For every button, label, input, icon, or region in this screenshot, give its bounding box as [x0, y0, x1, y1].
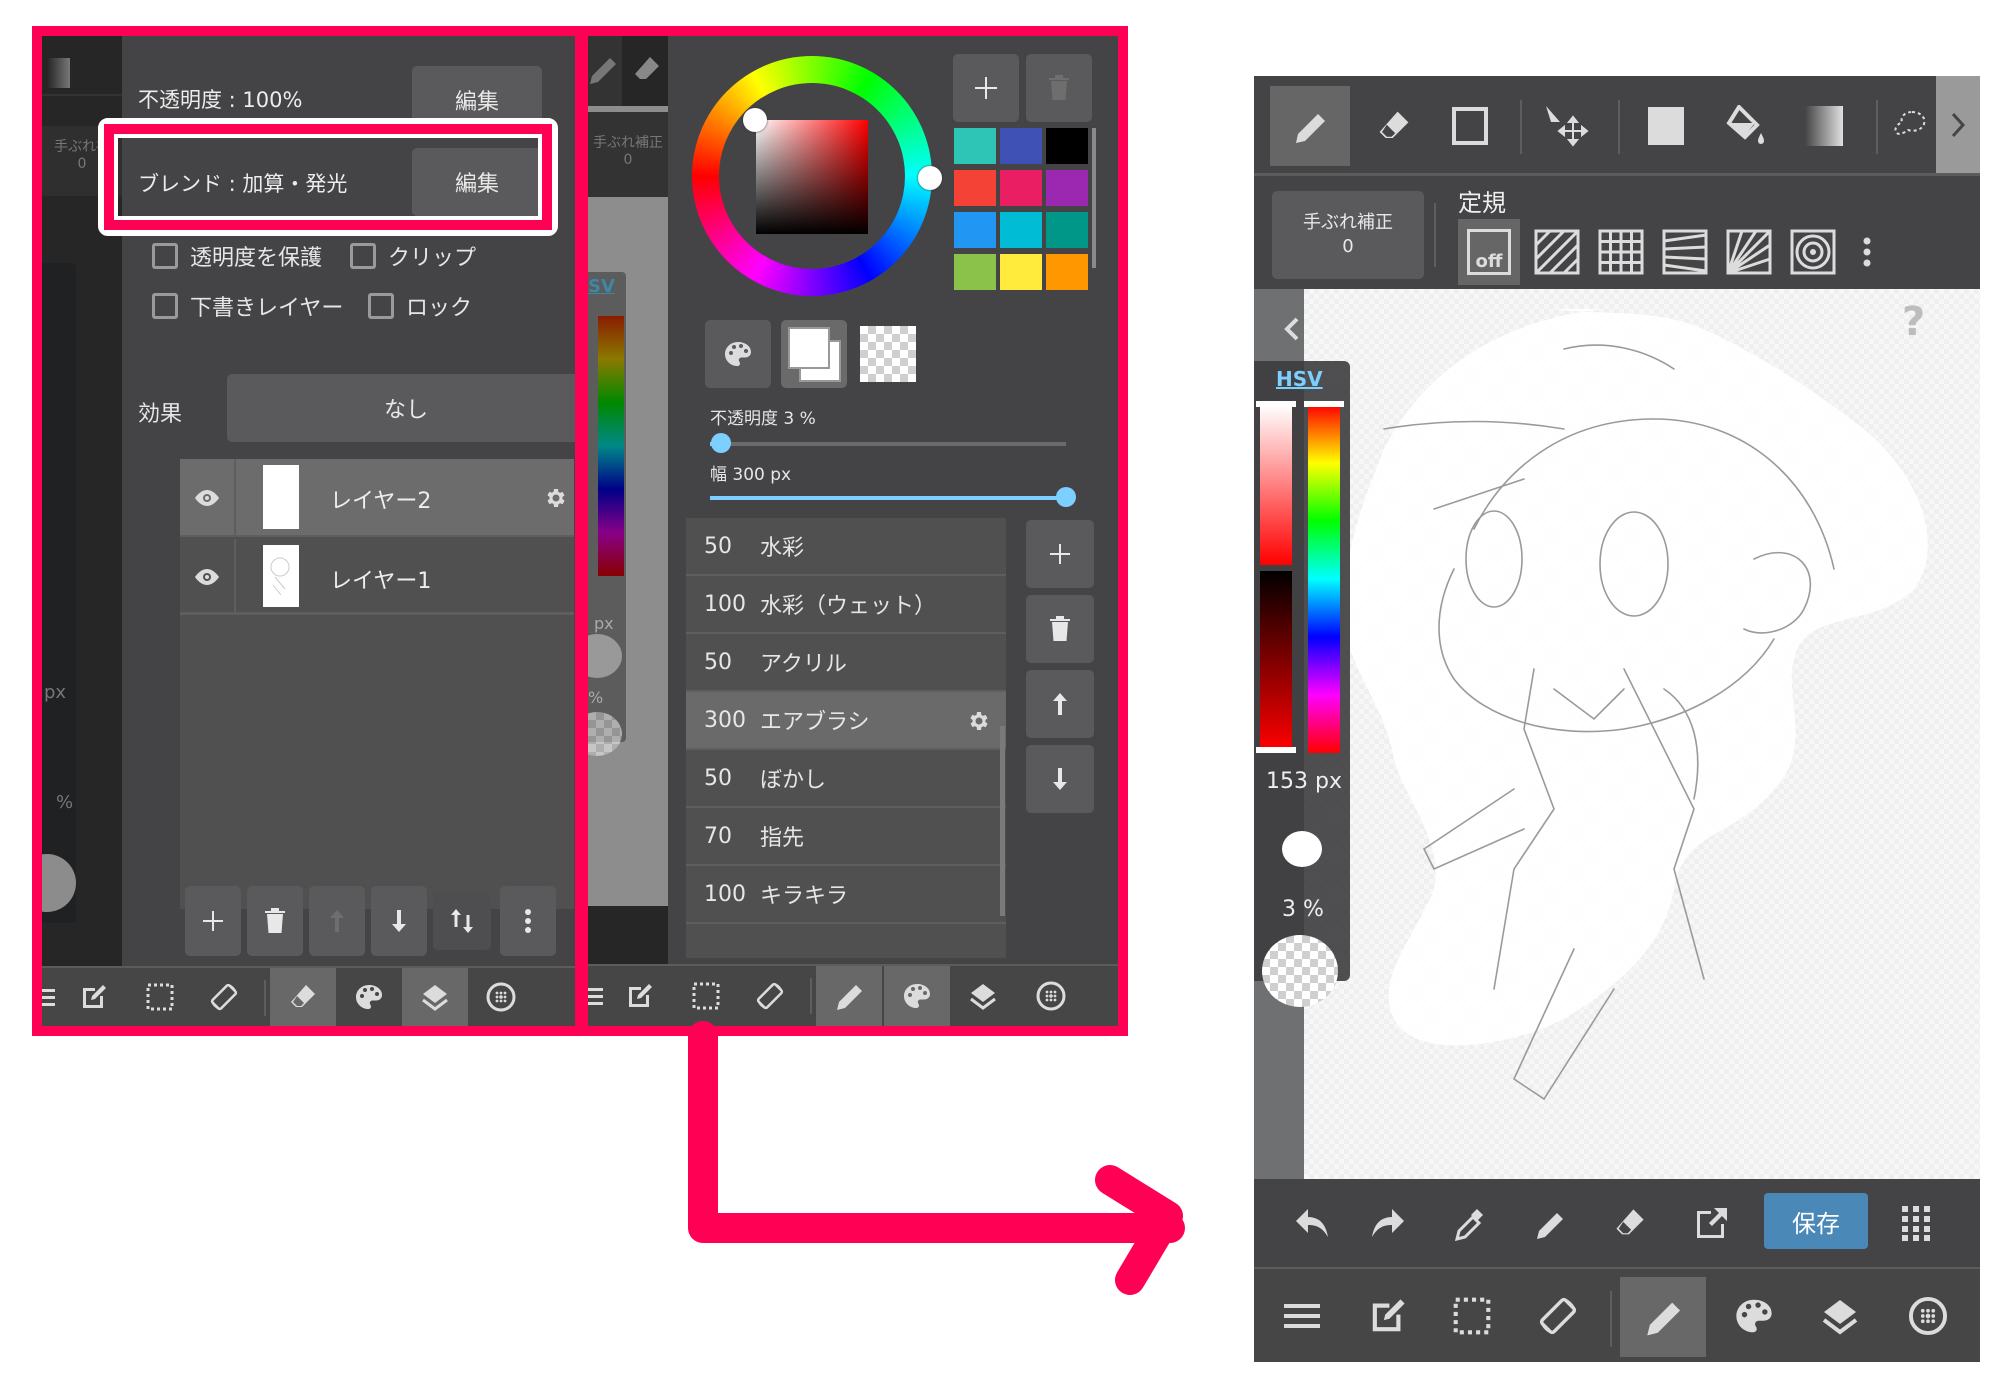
help-icon[interactable]: ? — [1902, 299, 1925, 345]
ruler-concentric-icon — [1790, 229, 1836, 275]
ruler-more-button[interactable] — [1852, 219, 1882, 285]
ruler-parallel-button[interactable] — [1526, 219, 1588, 285]
slider-handle[interactable] — [1256, 747, 1296, 753]
material-icon[interactable] — [1890, 1269, 1966, 1362]
share-button[interactable] — [1682, 1193, 1742, 1253]
saturation-slider[interactable] — [1260, 405, 1292, 565]
slider-handle[interactable] — [1256, 401, 1296, 407]
toolbar-scroll-right-button[interactable] — [1936, 76, 1980, 173]
rectangle-icon — [1452, 107, 1488, 145]
sketch-artwork — [1344, 309, 1928, 1101]
palette-icon[interactable] — [1716, 1269, 1792, 1362]
rotate-icon[interactable] — [1520, 1269, 1596, 1362]
dots-grid-icon — [1902, 1206, 1930, 1241]
brush-size-preview[interactable] — [1282, 831, 1322, 867]
quick-eraser-button[interactable] — [1600, 1193, 1660, 1253]
eraser-icon — [1379, 111, 1409, 138]
more-icon — [1863, 237, 1871, 267]
external-link-icon — [1697, 1208, 1727, 1238]
stabilizer-value: 0 — [1342, 236, 1354, 257]
fill-rect-icon — [1648, 107, 1684, 145]
edit-icon[interactable] — [1350, 1269, 1426, 1362]
ruler-label: 定規 — [1458, 189, 1506, 217]
brush-opacity-preview[interactable] — [1262, 935, 1338, 1007]
hsv-mode-link[interactable]: HSV — [1276, 367, 1323, 391]
eraser-tool-button[interactable] — [1354, 86, 1434, 166]
drawing-canvas[interactable]: ? HSV 153 px 3 % — [1254, 289, 1980, 1179]
pen-icon — [1537, 1213, 1563, 1239]
eyedropper-icon — [1454, 1209, 1483, 1241]
ruler-off-label: off — [1475, 251, 1503, 272]
chevron-left-icon[interactable] — [1280, 307, 1304, 351]
ruler-parallel-icon — [1534, 229, 1580, 275]
stabilizer-button[interactable]: 手ぶれ補正 0 — [1272, 191, 1424, 279]
slider-handle[interactable] — [1304, 401, 1344, 407]
ruler-concentric-button[interactable] — [1782, 219, 1844, 285]
tool-toolbar — [1254, 76, 1980, 176]
lasso-tool-button[interactable] — [1882, 86, 1942, 166]
undo-button[interactable] — [1282, 1193, 1342, 1253]
bottom-nav — [1254, 1267, 1980, 1362]
quick-pen-button[interactable] — [1520, 1193, 1580, 1253]
layers-icon[interactable] — [1802, 1269, 1878, 1362]
eraser-icon — [1616, 1209, 1644, 1235]
brush-opacity-readout[interactable]: 3 % — [1282, 897, 1324, 922]
move-tool-button[interactable] — [1526, 86, 1606, 166]
shape-tool-button[interactable] — [1430, 86, 1510, 166]
hue-slider[interactable] — [1308, 405, 1340, 753]
move-icon — [1546, 106, 1589, 147]
bucket-tool-button[interactable] — [1706, 86, 1786, 166]
fill-tool-button[interactable] — [1626, 86, 1706, 166]
gradient-tool-button[interactable] — [1784, 86, 1864, 166]
save-button[interactable]: 保存 — [1764, 1193, 1868, 1249]
ruler-radial-icon — [1726, 229, 1772, 275]
undo-icon — [1296, 1209, 1328, 1237]
action-bar: 保存 — [1254, 1179, 1980, 1267]
lasso-icon — [1894, 110, 1926, 135]
ruler-grid-button[interactable] — [1590, 219, 1652, 285]
chevron-right-icon — [1951, 112, 1966, 137]
ruler-off-button[interactable]: off — [1458, 219, 1520, 285]
quick-color-panel: HSV 153 px 3 % — [1254, 361, 1350, 1007]
canvas-screen: 手ぶれ補正 0 定規 off ? HSV 153 px 3 % 保存 — [1254, 76, 1980, 1362]
ruler-grid-icon — [1598, 229, 1644, 275]
stabilizer-label: 手ぶれ補正 — [1303, 212, 1393, 233]
pen-tool-button[interactable] — [1270, 86, 1350, 166]
pen-icon — [1296, 114, 1325, 143]
redo-icon — [1372, 1209, 1404, 1237]
brush-size-readout[interactable]: 153 px — [1266, 769, 1342, 794]
menu-icon[interactable] — [1264, 1269, 1340, 1362]
eyedropper-button[interactable] — [1440, 1193, 1500, 1253]
bucket-icon — [1726, 105, 1764, 144]
sub-toolbar: 手ぶれ補正 0 定規 off — [1254, 179, 1980, 289]
ruler-radial-button[interactable] — [1718, 219, 1780, 285]
redo-button[interactable] — [1358, 1193, 1418, 1253]
ruler-perspective-icon — [1662, 229, 1708, 275]
gradient-icon — [1805, 106, 1843, 146]
grid-menu-button[interactable] — [1886, 1193, 1946, 1253]
ruler-perspective-button[interactable] — [1654, 219, 1716, 285]
selection-icon[interactable] — [1434, 1269, 1510, 1362]
value-slider[interactable] — [1260, 571, 1292, 751]
pen-icon[interactable] — [1620, 1277, 1706, 1357]
